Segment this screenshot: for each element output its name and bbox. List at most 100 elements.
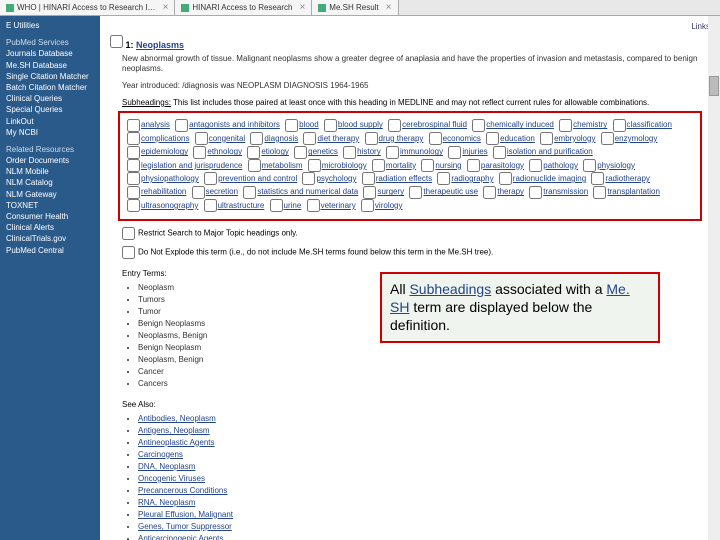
subheading-link[interactable]: urine xyxy=(284,201,302,210)
subheading-link[interactable]: complications xyxy=(141,134,189,143)
subheading-checkbox[interactable] xyxy=(540,132,553,145)
close-icon[interactable]: × xyxy=(386,2,392,13)
do-not-explode-checkbox[interactable] xyxy=(122,246,135,259)
subheading-link[interactable]: immunology xyxy=(400,147,443,156)
sidebar-item[interactable]: Batch Citation Matcher xyxy=(6,82,94,93)
see-also-link[interactable]: Pleural Effusion, Malignant xyxy=(138,510,233,519)
subheading-link[interactable]: chemically induced xyxy=(486,120,554,129)
subheading-checkbox[interactable] xyxy=(437,172,450,185)
sidebar-item[interactable]: Journals Database xyxy=(6,48,94,59)
sidebar-item[interactable]: Clinical Queries xyxy=(6,93,94,104)
subheading-link[interactable]: physiology xyxy=(597,161,635,170)
subheading-link[interactable]: blood xyxy=(299,120,319,129)
sidebar-item[interactable]: LinkOut xyxy=(6,116,94,127)
subheading-checkbox[interactable] xyxy=(613,119,626,132)
subheading-checkbox[interactable] xyxy=(372,159,385,172)
sidebar-item[interactable]: Order Documents xyxy=(6,155,94,166)
subheading-checkbox[interactable] xyxy=(247,146,260,159)
subheading-checkbox[interactable] xyxy=(421,159,434,172)
subheading-checkbox[interactable] xyxy=(175,119,188,132)
subheading-link[interactable]: transplantation xyxy=(607,187,659,196)
subheading-checkbox[interactable] xyxy=(270,199,283,212)
subheading-link[interactable]: veterinary xyxy=(321,201,356,210)
subheading-link[interactable]: history xyxy=(357,147,381,156)
subheading-checkbox[interactable] xyxy=(363,186,376,199)
result-title-link[interactable]: Neoplasms xyxy=(136,40,184,50)
subheading-checkbox[interactable] xyxy=(195,132,208,145)
subheading-link[interactable]: isolation and purification xyxy=(507,147,593,156)
subheading-checkbox[interactable] xyxy=(361,199,374,212)
subheading-link[interactable]: surgery xyxy=(377,187,404,196)
subheading-link[interactable]: rehabilitation xyxy=(141,187,186,196)
tab-hinari-who[interactable]: WHO | HINARI Access to Research I…× xyxy=(0,0,175,15)
subheading-link[interactable]: etiology xyxy=(261,147,289,156)
subheading-link[interactable]: education xyxy=(500,134,535,143)
subheading-checkbox[interactable] xyxy=(601,132,614,145)
subheading-checkbox[interactable] xyxy=(248,159,261,172)
subheading-link[interactable]: psychology xyxy=(316,174,356,183)
subheading-checkbox[interactable] xyxy=(302,172,315,185)
subheading-link[interactable]: mortality xyxy=(386,161,416,170)
subheading-checkbox[interactable] xyxy=(448,146,461,159)
subheading-link[interactable]: virology xyxy=(375,201,403,210)
subheading-checkbox[interactable] xyxy=(294,146,307,159)
subheading-checkbox[interactable] xyxy=(409,186,422,199)
sidebar-item[interactable]: My NCBI xyxy=(6,127,94,138)
subheading-checkbox[interactable] xyxy=(127,119,140,132)
subheading-checkbox[interactable] xyxy=(472,119,485,132)
subheading-link[interactable]: metabolism xyxy=(262,161,303,170)
see-also-link[interactable]: Carcinogens xyxy=(138,450,183,459)
subheading-checkbox[interactable] xyxy=(388,119,401,132)
restrict-major-checkbox[interactable] xyxy=(122,227,135,240)
subheading-link[interactable]: radiography xyxy=(451,174,493,183)
subheading-checkbox[interactable] xyxy=(303,132,316,145)
subheading-checkbox[interactable] xyxy=(127,132,140,145)
tab-mesh-result[interactable]: Me.SH Result× xyxy=(312,0,398,15)
subheading-link[interactable]: legislation and jurisprudence xyxy=(141,161,242,170)
subheading-link[interactable]: congenital xyxy=(209,134,245,143)
subheading-link[interactable]: enzymology xyxy=(615,134,658,143)
subheading-link[interactable]: transmission xyxy=(543,187,588,196)
subheading-link[interactable]: microbiology xyxy=(322,161,367,170)
subheading-link[interactable]: nursing xyxy=(435,161,461,170)
see-also-link[interactable]: Anticarcinogenic Agents xyxy=(138,534,223,540)
see-also-link[interactable]: Antigens, Neoplasm xyxy=(138,426,210,435)
see-also-link[interactable]: DNA, Neoplasm xyxy=(138,462,195,471)
subheading-link[interactable]: cerebrospinal fluid xyxy=(402,120,467,129)
subheading-link[interactable]: ultrastructure xyxy=(218,201,265,210)
see-also-link[interactable]: Antibodies, Neoplasm xyxy=(138,414,216,423)
subheading-checkbox[interactable] xyxy=(204,172,217,185)
sidebar-item[interactable]: NLM Catalog xyxy=(6,177,94,188)
sidebar-item[interactable]: Consumer Health xyxy=(6,211,94,222)
subheading-link[interactable]: epidemiology xyxy=(141,147,188,156)
subheading-link[interactable]: embryology xyxy=(554,134,595,143)
subheading-checkbox[interactable] xyxy=(559,119,572,132)
subheading-link[interactable]: analysis xyxy=(141,120,170,129)
subheading-checkbox[interactable] xyxy=(529,186,542,199)
subheading-checkbox[interactable] xyxy=(529,159,542,172)
subheading-link[interactable]: secretion xyxy=(206,187,238,196)
subheading-link[interactable]: physiopathology xyxy=(141,174,199,183)
subheading-link[interactable]: chemistry xyxy=(573,120,607,129)
sidebar-item[interactable]: E Utilities xyxy=(6,20,94,31)
sidebar-item[interactable]: Single Citation Matcher xyxy=(6,71,94,82)
subheading-checkbox[interactable] xyxy=(493,146,506,159)
vertical-scrollbar[interactable] xyxy=(708,16,720,540)
see-also-link[interactable]: Genes, Tumor Suppressor xyxy=(138,522,232,531)
subheading-checkbox[interactable] xyxy=(483,186,496,199)
subheading-checkbox[interactable] xyxy=(591,172,604,185)
close-icon[interactable]: × xyxy=(299,2,305,13)
subheading-checkbox[interactable] xyxy=(362,172,375,185)
subheading-link[interactable]: genetics xyxy=(308,147,338,156)
subheading-checkbox[interactable] xyxy=(127,186,140,199)
sidebar-item[interactable]: TOXNET xyxy=(6,200,94,211)
see-also-link[interactable]: Precancerous Conditions xyxy=(138,486,227,495)
subheading-checkbox[interactable] xyxy=(250,132,263,145)
subheading-checkbox[interactable] xyxy=(204,199,217,212)
sidebar-item[interactable]: Me.SH Database xyxy=(6,60,94,71)
subheading-checkbox[interactable] xyxy=(127,172,140,185)
sidebar-item[interactable]: PubMed Central xyxy=(6,245,94,256)
see-also-link[interactable]: RNA, Neoplasm xyxy=(138,498,195,507)
subheading-checkbox[interactable] xyxy=(583,159,596,172)
links-label[interactable]: Links xyxy=(110,22,710,31)
